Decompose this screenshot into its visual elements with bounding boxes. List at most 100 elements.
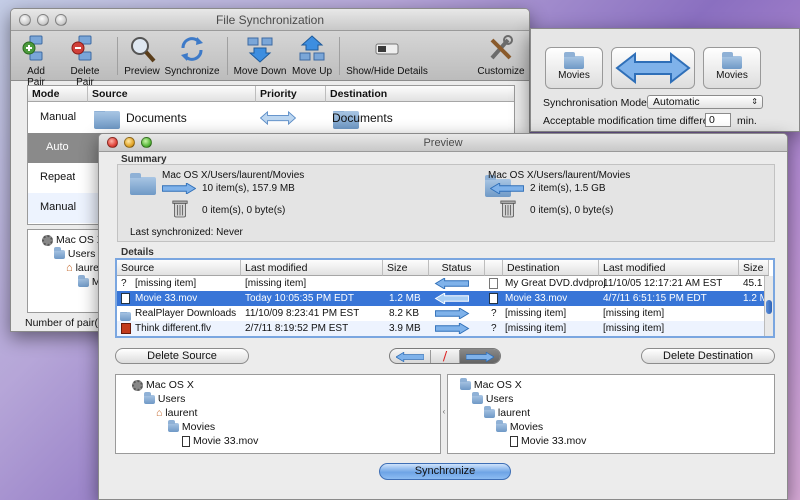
tree-node[interactable]: Mac OS X xyxy=(132,379,194,391)
table-row[interactable]: RealPlayer Downloads 11/10/09 8:23:41 PM… xyxy=(117,306,773,321)
delete-pair-button[interactable]: Delete Pair xyxy=(61,34,109,88)
pair-mode: Auto xyxy=(46,141,69,153)
direction-toggle[interactable] xyxy=(611,47,695,89)
tree-node[interactable]: laurent xyxy=(484,405,530,419)
row-source: Think different.flv xyxy=(135,323,211,334)
add-pair-button[interactable]: Add Pair xyxy=(17,34,55,88)
column-header-source[interactable]: Source xyxy=(88,86,256,102)
folder-icon xyxy=(120,311,131,321)
table-row[interactable]: Movie 33.mov Today 10:05:35 PM EDT 1.2 M… xyxy=(117,291,773,306)
tree-node[interactable]: Users xyxy=(54,246,95,260)
delete-source-button[interactable]: Delete Source xyxy=(115,348,249,364)
synchronize-button[interactable]: Synchronize xyxy=(379,463,511,480)
row-destination: My Great DVD.dvdproj xyxy=(505,278,606,289)
summary-destination-path: Mac OS X/Users/laurent/Movies xyxy=(488,170,631,181)
details-table: Source Last modified Size Status Destina… xyxy=(115,258,775,338)
unknown-icon: ? xyxy=(491,323,497,334)
row-modified: Today 10:05:35 PM EDT xyxy=(245,293,354,304)
window-title: File Synchronization xyxy=(215,13,325,27)
customize-button[interactable]: Customize xyxy=(477,34,525,77)
tree-node[interactable]: Users xyxy=(144,391,185,405)
tree-node[interactable]: Users xyxy=(472,391,513,405)
trash-icon xyxy=(500,200,516,218)
preview-titlebar: Preview xyxy=(99,134,787,152)
table-row[interactable]: ? [missing item] [missing item] My Great… xyxy=(117,276,773,291)
folder-icon xyxy=(94,111,120,129)
gear-icon xyxy=(42,234,53,246)
destination-tree: Mac OS X Users laurent Movies Movie 33.m… xyxy=(447,374,775,454)
destination-folder-well[interactable]: Movies xyxy=(703,47,761,89)
movie-file-icon xyxy=(182,435,190,447)
home-icon: ⌂ xyxy=(156,407,163,419)
copy-left-arrow-icon xyxy=(434,278,469,289)
column-header-destination[interactable]: Destination xyxy=(326,86,514,102)
toolbar-separator xyxy=(117,37,118,75)
tree-node[interactable]: Movie 33.mov xyxy=(510,435,586,447)
movie-file-icon xyxy=(489,293,498,304)
move-down-button[interactable]: Move Down xyxy=(233,34,287,77)
row-modified: 2/7/11 8:19:52 PM EST xyxy=(245,323,349,334)
folder-icon xyxy=(168,419,179,432)
column-header-size[interactable]: Size xyxy=(383,260,429,276)
copy-right-arrow-icon xyxy=(435,323,470,334)
toolbar-separator xyxy=(339,37,340,75)
trash-icon xyxy=(172,200,188,218)
folder-icon xyxy=(496,419,507,432)
vertical-scrollbar[interactable] xyxy=(764,276,773,336)
copy-right-segment[interactable] xyxy=(460,349,500,363)
tree-node[interactable]: ⌂ laurent xyxy=(156,407,197,419)
summary-source-path: Mac OS X/Users/laurent/Movies xyxy=(162,170,305,181)
scrollbar-thumb[interactable] xyxy=(766,300,772,314)
pair-destination: Documents xyxy=(332,111,393,125)
tree-node[interactable]: Mac OS X xyxy=(42,234,104,246)
copy-right-arrow-icon xyxy=(465,351,495,363)
column-header-status[interactable]: Status xyxy=(429,260,485,276)
close-button[interactable] xyxy=(19,14,31,26)
tree-node[interactable]: Mac OS X xyxy=(460,377,522,391)
preview-button[interactable]: Preview xyxy=(123,34,161,77)
column-header-source[interactable]: Source xyxy=(117,260,241,276)
sync-mode-label: Synchronisation Mode: xyxy=(543,97,650,109)
folder-icon xyxy=(144,391,155,404)
tolerance-input[interactable]: 0 xyxy=(705,113,731,127)
column-header-destination[interactable]: Destination xyxy=(503,260,599,276)
bidirectional-arrow-icon xyxy=(260,111,296,125)
tree-node[interactable]: Movie 33.mov xyxy=(182,435,258,447)
folder-icon xyxy=(54,246,65,259)
zoom-button[interactable] xyxy=(141,137,152,148)
sync-mode-select[interactable]: Automatic ⇕ xyxy=(647,95,763,109)
row-source: [missing item] xyxy=(135,278,197,289)
move-up-button[interactable]: Move Up xyxy=(291,34,333,77)
column-header-priority[interactable]: Priority xyxy=(256,86,326,102)
close-button[interactable] xyxy=(107,137,118,148)
folder-icon xyxy=(472,391,483,404)
column-header-size-destination[interactable]: Size xyxy=(739,260,769,276)
row-source: RealPlayer Downloads xyxy=(135,308,237,319)
direction-segmented-control[interactable]: ⧸ xyxy=(389,348,501,364)
pair-row[interactable]: Manual Documents Documents xyxy=(28,103,514,133)
source-folder-well[interactable]: Movies xyxy=(545,47,603,89)
copy-left-arrow-icon[interactable] xyxy=(396,352,424,362)
pair-mode: Manual xyxy=(40,111,77,123)
column-header-mode[interactable]: Mode xyxy=(28,86,88,102)
column-header-last-modified[interactable]: Last modified xyxy=(241,260,383,276)
row-destination-modified: 4/7/11 6:51:15 PM EDT xyxy=(603,293,707,304)
document-icon xyxy=(489,278,498,289)
column-header-last-modified-destination[interactable]: Last modified xyxy=(599,260,739,276)
unknown-icon: ? xyxy=(491,308,497,319)
no-action-icon[interactable]: ⧸ xyxy=(430,350,460,363)
toolbar-separator xyxy=(227,37,228,75)
table-row[interactable]: Think different.flv 2/7/11 8:19:52 PM ES… xyxy=(117,321,773,336)
delete-destination-button[interactable]: Delete Destination xyxy=(641,348,775,364)
folder-icon xyxy=(460,377,471,390)
add-pair-icon xyxy=(22,35,43,61)
row-size: 3.9 MB xyxy=(389,323,421,334)
tree-node[interactable]: Movies xyxy=(496,419,543,433)
minimize-button[interactable] xyxy=(124,137,135,148)
show-hide-details-button[interactable]: Show/Hide Details xyxy=(345,34,429,77)
zoom-button[interactable] xyxy=(55,14,67,26)
synchronize-toolbar-button[interactable]: Synchronize xyxy=(164,34,220,77)
pair-source: Documents xyxy=(126,111,187,125)
minimize-button[interactable] xyxy=(37,14,49,26)
tree-node[interactable]: Movies xyxy=(168,419,215,433)
